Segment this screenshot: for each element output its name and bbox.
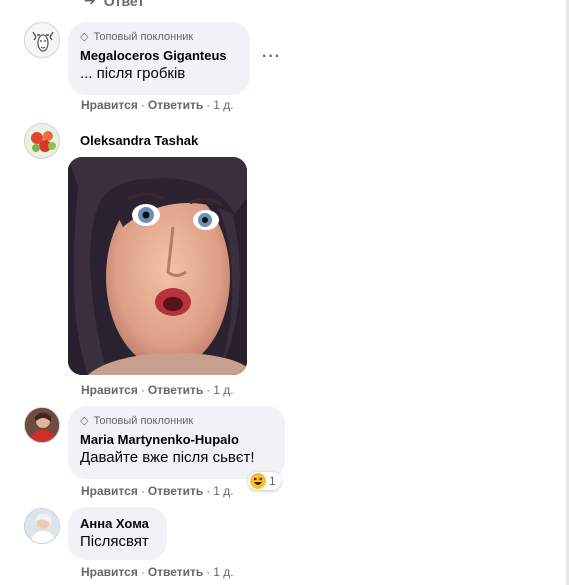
reply-button[interactable]: Ответить: [148, 565, 203, 579]
flowers-avatar-icon: [25, 124, 59, 158]
diamond-icon: ◇: [80, 415, 89, 427]
comment-bubble: ◇ Топовый поклонник Maria Martynenko-Hup…: [68, 406, 285, 479]
comment-time[interactable]: 1 д.: [213, 484, 233, 498]
separator: ·: [206, 383, 211, 397]
comment-actions: Нравится · Ответить · 1 д.: [81, 565, 234, 579]
separator: ·: [140, 383, 145, 397]
like-button[interactable]: Нравится: [81, 484, 138, 498]
top-fan-badge: ◇ Топовый поклонник: [80, 414, 273, 428]
like-button[interactable]: Нравится: [81, 565, 138, 579]
view-replies-link[interactable]: ➔ Ответ: [84, 0, 144, 9]
haha-emoji-icon: [250, 473, 266, 489]
comment-actions: Нравится · Ответить · 1 д.: [81, 484, 234, 498]
reply-button[interactable]: Ответить: [148, 484, 203, 498]
comment-text: Післясвят: [80, 533, 149, 550]
reaction-count[interactable]: 1: [248, 472, 281, 490]
diamond-icon: ◇: [80, 31, 89, 43]
top-fan-badge: ◇ Топовый поклонник: [80, 30, 238, 44]
comment-bubble: Анна Хома Післясвят: [68, 507, 167, 560]
separator: ·: [206, 484, 211, 498]
separator: ·: [206, 98, 211, 112]
separator: ·: [140, 484, 145, 498]
comment-author[interactable]: Анна Хома: [80, 515, 155, 532]
comment-text: Давайте вже після сьвєт!: [80, 449, 255, 466]
reaction-count-label: 1: [269, 474, 276, 488]
comment-actions: Нравится · Ответить · 1 д.: [81, 98, 234, 112]
more-options-icon[interactable]: ···: [262, 48, 281, 66]
comment-author[interactable]: Megaloceros Giganteus: [80, 47, 238, 64]
separator: ·: [206, 565, 211, 579]
separator: ·: [140, 565, 145, 579]
avatar[interactable]: [24, 123, 60, 159]
gif-attachment[interactable]: [68, 157, 247, 375]
reply-button[interactable]: Ответить: [148, 383, 203, 397]
separator: ·: [140, 98, 145, 112]
comment-text: ... після гробків: [80, 65, 186, 82]
moose-avatar-icon: [25, 23, 59, 57]
avatar[interactable]: [24, 508, 60, 544]
comment-time[interactable]: 1 д.: [213, 565, 233, 579]
comment-author[interactable]: Oleksandra Tashak: [80, 132, 198, 149]
comment-actions: Нравится · Ответить · 1 д.: [81, 383, 234, 397]
reply-button[interactable]: Ответить: [148, 98, 203, 112]
view-replies-label: Ответ: [103, 0, 145, 9]
reply-arrow-icon: ➔: [84, 0, 96, 8]
surprised-face-gif-icon: [68, 157, 247, 375]
person-red-avatar-icon: [25, 408, 59, 442]
comment-bubble: ◇ Топовый поклонник Megaloceros Giganteu…: [68, 22, 250, 95]
comment-time[interactable]: 1 д.: [213, 98, 233, 112]
badge-label: Топовый поклонник: [93, 414, 194, 427]
like-button[interactable]: Нравится: [81, 383, 138, 397]
comment-author[interactable]: Maria Martynenko-Hupalo: [80, 431, 273, 448]
comment-time[interactable]: 1 д.: [213, 383, 233, 397]
avatar[interactable]: [24, 407, 60, 443]
badge-label: Топовый поклонник: [93, 30, 194, 43]
avatar[interactable]: [24, 22, 60, 58]
person-white-avatar-icon: [25, 509, 59, 543]
like-button[interactable]: Нравится: [81, 98, 138, 112]
